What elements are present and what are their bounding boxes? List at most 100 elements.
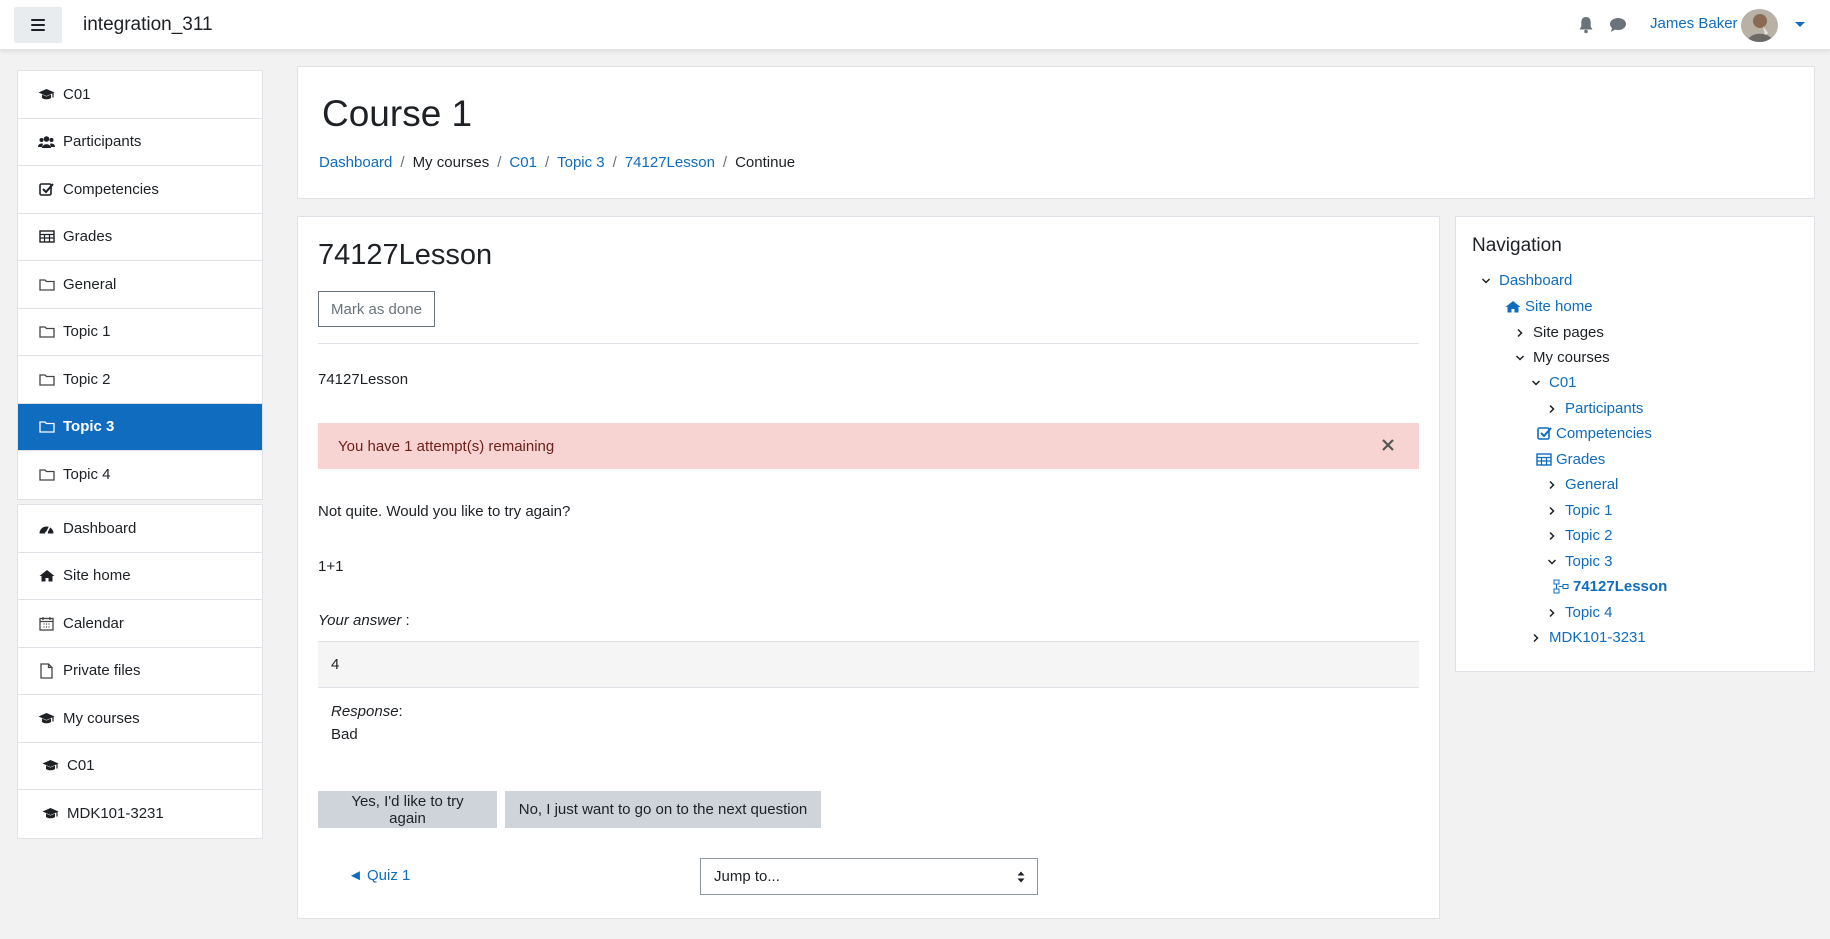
nav-tree-c01[interactable]: C01 [1531, 374, 1577, 391]
jump-to-value: Jump to... [714, 868, 780, 885]
breadcrumb-topic-3[interactable]: Topic 3 [557, 154, 605, 171]
jump-to-select[interactable]: Jump to... [700, 858, 1038, 895]
home-icon [1505, 300, 1521, 314]
nav-tree-label: Dashboard [1499, 272, 1573, 289]
nav-tree-label: 74127Lesson [1573, 578, 1668, 595]
file-icon [38, 663, 55, 679]
nav-tree-label: Site pages [1533, 324, 1604, 341]
nav-tree-topic-1[interactable]: Topic 1 [1547, 502, 1613, 519]
nav-tree-label: Competencies [1556, 425, 1652, 442]
drawer-item-label: Competencies [63, 180, 159, 198]
drawer-item-grades[interactable]: Grades [18, 214, 262, 261]
drawer-item-label: Grades [63, 228, 113, 246]
drawer-item-calendar[interactable]: Calendar [18, 600, 262, 648]
question-text: 1+1 [318, 558, 344, 575]
breadcrumb-c01[interactable]: C01 [509, 154, 537, 171]
nav-tree-grades[interactable]: Grades [1536, 451, 1605, 468]
breadcrumb: Dashboard / My courses / C01 / Topic 3 /… [319, 154, 795, 171]
drawer-item-course-mdk101[interactable]: MDK101-3231 [18, 790, 262, 838]
nav-tree-participants[interactable]: Participants [1547, 400, 1643, 417]
nav-tree-label: Participants [1565, 400, 1644, 417]
nav-tree-dashboard[interactable]: Dashboard [1481, 272, 1572, 289]
alert-message: You have 1 attempt(s) remaining [338, 437, 555, 455]
top-navbar: integration_311 James Baker [0, 0, 1830, 50]
nav-tree-my-courses[interactable]: My courses [1515, 349, 1610, 366]
chevron-right-icon [1531, 633, 1541, 643]
graduation-cap-icon [42, 758, 59, 773]
avatar[interactable] [1741, 9, 1778, 42]
divider [318, 343, 1419, 344]
calendar-icon [38, 616, 55, 631]
drawer-item-label: Topic 2 [63, 370, 111, 388]
nav-tree-lesson[interactable]: 74127Lesson [1553, 578, 1667, 595]
drawer-item-participants[interactable]: Participants [18, 119, 262, 166]
graduation-cap-icon [38, 711, 55, 726]
drawer-item-competencies[interactable]: Competencies [18, 166, 262, 214]
chevron-down-icon [1515, 353, 1525, 363]
table-icon [38, 229, 55, 244]
site-name[interactable]: integration_311 [83, 14, 213, 36]
mark-as-done-button[interactable]: Mark as done [318, 291, 435, 327]
folder-icon [38, 277, 55, 292]
breadcrumb-dashboard[interactable]: Dashboard [319, 154, 392, 171]
drawer-item-topic-3[interactable]: Topic 3 [18, 403, 262, 451]
folder-icon [38, 419, 55, 434]
drawer-item-topic-2[interactable]: Topic 2 [18, 356, 262, 404]
drawer-item-site-home[interactable]: Site home [18, 553, 262, 600]
chevron-right-icon [1547, 404, 1557, 414]
next-question-button[interactable]: No, I just want to go on to the next que… [505, 791, 821, 828]
breadcrumb-separator: / [400, 154, 405, 171]
chevron-right-icon [1547, 480, 1557, 490]
nav-tree-topic-2[interactable]: Topic 2 [1547, 527, 1613, 544]
drawer-item-my-courses[interactable]: My courses [18, 695, 262, 743]
chat-icon[interactable] [1609, 17, 1627, 33]
nav-tree-topic-3[interactable]: Topic 3 [1547, 553, 1613, 570]
drawer-item-topic-4[interactable]: Topic 4 [18, 451, 262, 499]
graduation-cap-icon [42, 806, 59, 821]
bell-icon[interactable] [1578, 16, 1594, 34]
breadcrumb-my-courses: My courses [412, 154, 490, 171]
nav-tree-label: Topic 3 [1565, 553, 1613, 570]
lesson-icon [1553, 579, 1569, 594]
drawer-item-private-files[interactable]: Private files [18, 648, 262, 695]
close-icon[interactable] [1381, 438, 1395, 452]
drawer-item-label: Participants [63, 133, 142, 151]
drawer-item-course-c01[interactable]: C01 [18, 743, 262, 790]
previous-activity-link[interactable]: ◄ Quiz 1 [348, 867, 410, 884]
drawer-item-topic-1[interactable]: Topic 1 [18, 309, 262, 356]
check-square-icon [38, 182, 55, 197]
breadcrumb-separator: / [544, 154, 550, 171]
drawer-item-dashboard[interactable]: Dashboard [18, 505, 262, 553]
drawer-toggle-button[interactable] [14, 7, 62, 43]
course-nav-group: C01 Participants Competencies Grades Gen… [17, 70, 263, 500]
home-icon [38, 568, 55, 583]
feedback-text: Not quite. Would you like to try again? [318, 503, 571, 520]
check-square-icon [1536, 427, 1552, 441]
drawer-item-c01[interactable]: C01 [18, 71, 262, 119]
chevron-down-icon [1547, 557, 1557, 567]
breadcrumb-separator: / [612, 154, 617, 171]
select-arrows-icon [1017, 871, 1025, 883]
nav-tree-label: C01 [1549, 374, 1577, 391]
navigation-title: Navigation [1472, 235, 1562, 256]
nav-tree-competencies[interactable]: Competencies [1536, 425, 1652, 442]
response-value: Bad [331, 726, 358, 743]
user-menu-caret-icon[interactable] [1795, 22, 1805, 27]
table-icon [1536, 453, 1552, 467]
graduation-cap-icon [38, 87, 55, 102]
nav-tree-topic-4[interactable]: Topic 4 [1547, 604, 1613, 621]
nav-tree-general[interactable]: General [1547, 476, 1618, 493]
drawer-item-label: Topic 1 [63, 323, 111, 341]
drawer-item-label: Topic 4 [63, 466, 111, 484]
nav-tree-site-home[interactable]: Site home [1505, 298, 1593, 315]
user-name[interactable]: James Baker [1650, 15, 1738, 32]
lesson-intro: 74127Lesson [318, 371, 409, 388]
nav-tree-site-pages[interactable]: Site pages [1515, 324, 1604, 341]
drawer-item-general[interactable]: General [18, 261, 262, 309]
breadcrumb-lesson[interactable]: 74127Lesson [625, 154, 715, 171]
nav-tree-mdk101[interactable]: MDK101-3231 [1531, 629, 1646, 646]
try-again-button[interactable]: Yes, I'd like to try again [318, 791, 497, 828]
users-icon [38, 134, 55, 149]
hamburger-icon [31, 19, 45, 31]
chevron-right-icon [1547, 531, 1557, 541]
